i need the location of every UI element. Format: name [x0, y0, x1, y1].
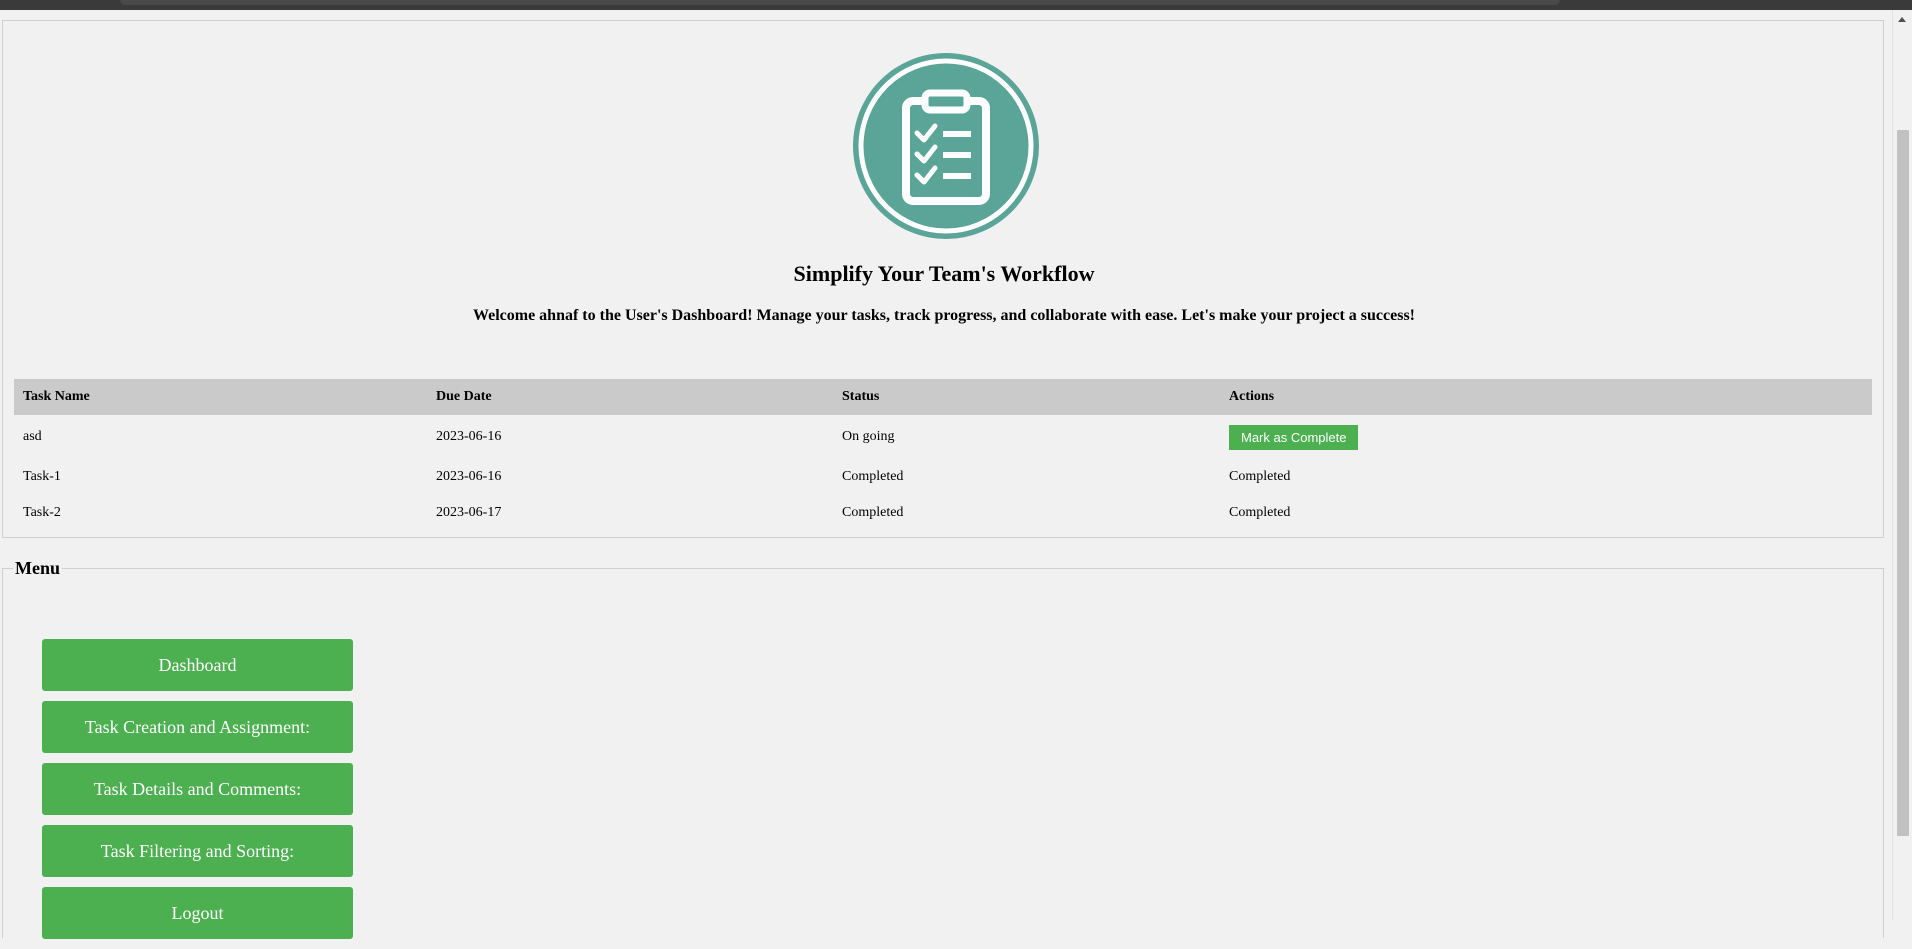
menu-legend: Menu [15, 558, 60, 578]
table-row: Task-1 2023-06-16 Completed Completed [14, 459, 1872, 495]
scrollbar-thumb[interactable] [1897, 130, 1909, 836]
column-header-task-name: Task Name [14, 379, 427, 415]
due-date-cell: 2023-06-16 [436, 429, 502, 444]
table-header-row: Task Name Due Date Status Actions [14, 379, 1872, 415]
page-scrollbar[interactable] [1892, 10, 1912, 920]
dashboard-button[interactable]: Dashboard [42, 639, 353, 691]
task-table: Task Name Due Date Status Actions asd 20… [14, 379, 1872, 531]
logout-button[interactable]: Logout [42, 887, 353, 939]
table-row: Task-2 2023-06-17 Completed Completed [14, 495, 1872, 531]
due-date-cell: 2023-06-17 [436, 505, 502, 520]
task-name-cell: Task-2 [23, 505, 61, 520]
task-name-cell: Task-1 [23, 469, 61, 484]
table-row: asd 2023-06-16 On going Mark as Complete [14, 415, 1872, 459]
column-header-status: Status [833, 379, 1220, 415]
menu-list: Dashboard Task Creation and Assignment: … [42, 639, 353, 949]
column-header-actions: Actions [1220, 379, 1872, 415]
mark-as-complete-button[interactable]: Mark as Complete [1229, 424, 1359, 450]
due-date-cell: 2023-06-16 [436, 469, 502, 484]
column-header-due-date: Due Date [427, 379, 833, 415]
task-name-cell: asd [23, 429, 42, 444]
status-cell: On going [842, 429, 895, 444]
page-headline: Simplify Your Team's Workflow [793, 261, 1095, 286]
scroll-up-arrow-icon[interactable] [1898, 17, 1906, 22]
actions-cell: Completed [1229, 505, 1291, 520]
welcome-message: Welcome ahnaf to the User's Dashboard! M… [472, 307, 1415, 324]
status-cell: Completed [842, 469, 904, 484]
actions-cell: Completed [1229, 469, 1291, 484]
browser-top-bar [0, 0, 1912, 10]
menu-section: Menu Dashboard Task Creation and Assignm… [2, 558, 1884, 939]
actions-cell: Mark as Complete [1220, 415, 1872, 459]
task-details-button[interactable]: Task Details and Comments: [42, 763, 353, 815]
address-bar [120, 0, 1560, 5]
dashboard-header-section: Simplify Your Team's Workflow Welcome ah… [2, 20, 1884, 538]
clipboard-checklist-icon [853, 53, 1039, 239]
task-filtering-button[interactable]: Task Filtering and Sorting: [42, 825, 353, 877]
task-creation-button[interactable]: Task Creation and Assignment: [42, 701, 353, 753]
status-cell: Completed [842, 505, 904, 520]
